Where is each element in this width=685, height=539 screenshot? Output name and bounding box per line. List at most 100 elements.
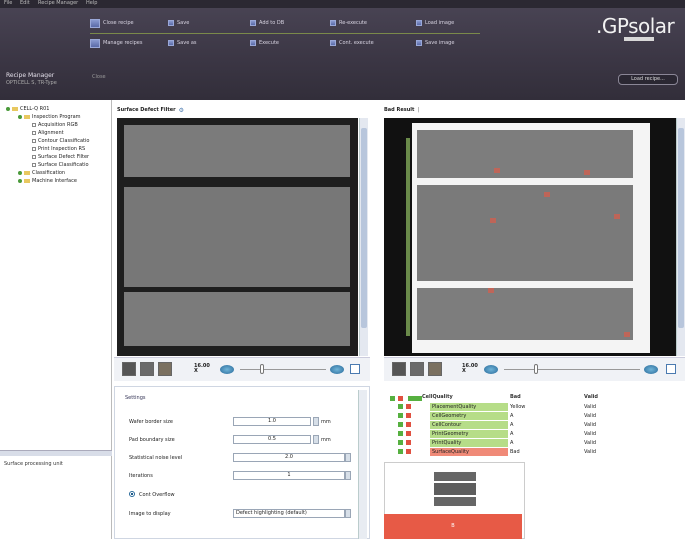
status-bad-icon: [406, 422, 411, 427]
pad-boundary-size-input[interactable]: 0.5: [233, 435, 311, 444]
tree-item-contour-classification[interactable]: Contour Classificatio: [32, 138, 89, 144]
left-horizontal-scrollbar[interactable]: [0, 450, 112, 456]
save-button[interactable]: Save: [168, 17, 189, 29]
tree-item-alignment[interactable]: Alignment: [32, 130, 64, 136]
zoom-out-button[interactable]: [484, 365, 498, 374]
defect-marker: [614, 214, 620, 219]
add-to-db-button[interactable]: Add to DB: [250, 17, 284, 29]
settings-vertical-scrollbar[interactable]: [358, 390, 367, 539]
status-ok-icon: [398, 413, 403, 418]
classification-icon: [24, 171, 30, 175]
menu-edit[interactable]: Edit: [20, 0, 30, 6]
tree-item-surface-classification[interactable]: Surface Classificatio: [32, 162, 89, 168]
table-row[interactable]: SurfaceQuality Bad Valid: [384, 448, 684, 456]
toolbar-divider: [90, 33, 480, 34]
column-header-status: Valid: [584, 394, 598, 400]
cell-thumbnail[interactable]: [434, 472, 476, 506]
tab-divider: |: [417, 107, 420, 113]
tree-item-machine-interface[interactable]: Machine Interface: [18, 178, 77, 184]
quality-name: PrintQuality: [432, 440, 462, 446]
status-ok-icon: [398, 422, 403, 427]
tab-surface-defect-filter[interactable]: Surface Defect Filter ⚙: [117, 104, 184, 116]
continuous-execute-button[interactable]: Cont. execute: [330, 37, 374, 49]
scroll-thumb[interactable]: [678, 128, 684, 328]
view-thumb-2[interactable]: [410, 362, 424, 376]
tree-item-surface-defect-filter[interactable]: Surface Defect Filter: [32, 154, 89, 160]
quality-name: CellContour: [432, 422, 462, 428]
table-row[interactable]: PrintGeometry A Valid: [384, 430, 684, 438]
cell-segment: [417, 185, 633, 281]
noise-level-input[interactable]: 2.0: [233, 453, 345, 462]
spinner-icon[interactable]: [345, 453, 351, 462]
wafer-border-size-input[interactable]: 1.0: [233, 417, 311, 426]
save-as-button[interactable]: Save as: [168, 37, 197, 49]
chevron-down-icon[interactable]: [345, 509, 351, 518]
execute-button[interactable]: Execute: [250, 37, 279, 49]
fit-view-button[interactable]: [350, 364, 360, 374]
tab-bad-result[interactable]: Bad Result |: [384, 104, 419, 116]
scroll-thumb[interactable]: [361, 128, 367, 328]
load-image-button[interactable]: Load image: [416, 17, 454, 29]
tree-item-inspection-program[interactable]: Inspection Program: [18, 114, 81, 120]
load-recipe-button[interactable]: Load recipe...: [618, 74, 678, 85]
settings-gear-icon[interactable]: ⚙: [179, 107, 184, 114]
close-link[interactable]: Close: [92, 74, 106, 80]
view-thumb-3[interactable]: [428, 362, 442, 376]
defect-marker: [488, 288, 494, 293]
table-row[interactable]: PlacementQuality Yellow Valid: [384, 403, 684, 411]
page-subtitle: OPTICELL S, TR-Type: [6, 80, 57, 86]
manage-recipes-button[interactable]: Manage recipes: [90, 37, 142, 49]
table-row[interactable]: PrintQuality A Valid: [384, 439, 684, 447]
right-vertical-scrollbar[interactable]: [676, 118, 685, 356]
iterations-input[interactable]: 1: [233, 471, 345, 480]
defect-marker: [584, 170, 590, 175]
zoom-slider[interactable]: [504, 369, 640, 370]
zoom-value: 16.00 X: [462, 363, 478, 374]
view-thumb-3[interactable]: [158, 362, 172, 376]
tree-item-acquisition[interactable]: Acquisition RGB: [32, 122, 78, 128]
zoom-slider-handle[interactable]: [260, 364, 264, 374]
defect-marker: [624, 332, 630, 337]
spinner-icon[interactable]: [313, 417, 319, 426]
right-image-viewer[interactable]: [384, 118, 676, 356]
menu-file[interactable]: File: [4, 0, 12, 6]
table-row[interactable]: CellContour A Valid: [384, 421, 684, 429]
add-to-db-icon: [250, 20, 256, 26]
menu-recipe-manager[interactable]: Recipe Manager: [38, 0, 78, 6]
fit-view-button[interactable]: [666, 364, 676, 374]
zoom-out-button[interactable]: [220, 365, 234, 374]
image-display-select[interactable]: Defect highlighting (default): [233, 509, 345, 518]
quality-status: Valid: [584, 449, 597, 455]
close-recipe-button[interactable]: Close recipe: [90, 17, 134, 29]
save-image-button[interactable]: Save image: [416, 37, 454, 49]
node-icon: [32, 131, 36, 135]
menu-help[interactable]: Help: [86, 0, 97, 6]
view-thumb-1[interactable]: [122, 362, 136, 376]
spinner-icon[interactable]: [313, 435, 319, 444]
view-thumb-1[interactable]: [392, 362, 406, 376]
unit-label: mm: [321, 437, 331, 443]
status-ok-icon: [398, 449, 403, 454]
cont-overflow-radio[interactable]: [129, 491, 135, 497]
spinner-icon[interactable]: [345, 471, 351, 480]
tree-item-classification[interactable]: Classification: [18, 170, 65, 176]
zoom-slider[interactable]: [240, 369, 326, 370]
quality-color-bar: [408, 396, 422, 401]
re-execute-button[interactable]: Re-execute: [330, 17, 367, 29]
center-vertical-scrollbar[interactable]: [359, 118, 368, 356]
quality-grade: Bad: [510, 449, 520, 455]
logo-subtitle: [624, 37, 654, 41]
table-row[interactable]: CellGeometry A Valid: [384, 412, 684, 420]
radio-label: Cont Overflow: [139, 492, 175, 498]
view-thumb-2[interactable]: [140, 362, 154, 376]
zoom-in-button[interactable]: [330, 365, 344, 374]
zoom-in-button[interactable]: [644, 365, 658, 374]
tree-root[interactable]: CELL-Q R01: [6, 106, 49, 112]
quality-result-table: CellQuality Bad Valid PlacementQuality Y…: [384, 394, 685, 460]
center-image-viewer[interactable]: [117, 118, 358, 356]
tree-item-print-inspection[interactable]: Print Inspection RS: [32, 146, 85, 152]
zoom-slider-handle[interactable]: [534, 364, 538, 374]
node-icon: [32, 163, 36, 167]
status-dot-icon: [18, 171, 22, 175]
cell-segment: [417, 130, 633, 178]
